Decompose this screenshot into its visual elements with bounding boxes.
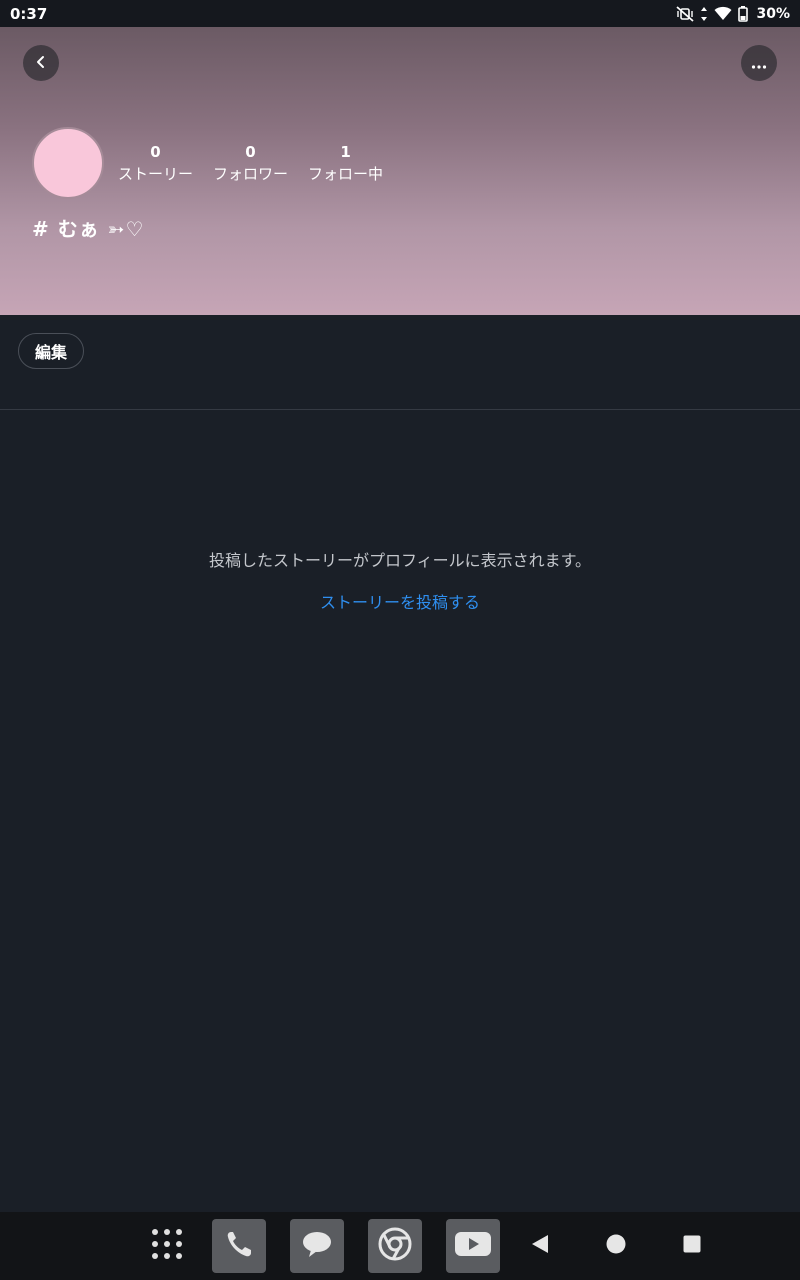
back-button[interactable] bbox=[23, 45, 59, 81]
stat-count: 1 bbox=[340, 143, 351, 161]
wifi-icon bbox=[714, 6, 732, 21]
profile-header: 0 ストーリー 0 フォロワー 1 フォロー中 # むぁ ➳♡ bbox=[0, 27, 800, 315]
profile-stats: 0 ストーリー 0 フォロワー 1 フォロー中 bbox=[118, 143, 403, 185]
status-bar: 0:37 30% bbox=[0, 0, 800, 27]
battery-percent: 30% bbox=[756, 5, 790, 22]
home-circle-icon bbox=[606, 1234, 626, 1258]
messages-app-button[interactable] bbox=[290, 1219, 344, 1273]
system-back-button[interactable] bbox=[520, 1226, 560, 1266]
stat-label: ストーリー bbox=[118, 165, 194, 183]
phone-app-button[interactable] bbox=[212, 1219, 266, 1273]
status-icons: 30% bbox=[676, 5, 790, 22]
edit-profile-button[interactable]: 編集 bbox=[18, 333, 84, 369]
messages-icon bbox=[301, 1229, 333, 1263]
stat-label: フォロー中 bbox=[308, 165, 384, 183]
back-triangle-icon bbox=[530, 1234, 550, 1258]
battery-icon bbox=[738, 5, 749, 22]
youtube-icon bbox=[454, 1230, 492, 1262]
stat-label: フォロワー bbox=[213, 165, 289, 183]
mute-vibrate-icon bbox=[676, 5, 695, 22]
status-time: 0:37 bbox=[10, 4, 48, 23]
stat-followers[interactable]: 0 フォロワー bbox=[213, 143, 288, 185]
stat-count: 0 bbox=[150, 143, 161, 161]
divider bbox=[0, 409, 800, 410]
youtube-app-button[interactable] bbox=[446, 1219, 500, 1273]
system-recents-button[interactable] bbox=[672, 1226, 712, 1266]
chrome-icon bbox=[378, 1227, 412, 1265]
stat-count: 0 bbox=[245, 143, 256, 161]
navigation-bar bbox=[0, 1212, 800, 1280]
more-options-button[interactable] bbox=[741, 45, 777, 81]
more-horizontal-icon bbox=[751, 54, 767, 73]
stat-stories[interactable]: 0 ストーリー bbox=[118, 143, 193, 185]
avatar[interactable] bbox=[32, 127, 104, 199]
profile-screen: 0:37 30% 0 ストーリー 0 フォロワー 1 フォロー中 # むぁ ➳♡… bbox=[0, 0, 800, 1280]
system-home-button[interactable] bbox=[596, 1226, 636, 1266]
phone-icon bbox=[224, 1229, 254, 1263]
profile-name: # むぁ ➳♡ bbox=[32, 217, 145, 241]
recents-square-icon bbox=[683, 1235, 701, 1257]
apps-grid-icon bbox=[151, 1228, 183, 1264]
empty-state-message: 投稿したストーリーがプロフィールに表示されます。 bbox=[208, 551, 592, 570]
chrome-app-button[interactable] bbox=[368, 1219, 422, 1273]
data-arrows-icon bbox=[700, 6, 708, 22]
post-story-link[interactable]: ストーリーを投稿する bbox=[0, 589, 800, 613]
stat-following[interactable]: 1 フォロー中 bbox=[308, 143, 383, 185]
chevron-left-icon bbox=[34, 54, 48, 73]
apps-grid-button[interactable] bbox=[144, 1219, 190, 1273]
